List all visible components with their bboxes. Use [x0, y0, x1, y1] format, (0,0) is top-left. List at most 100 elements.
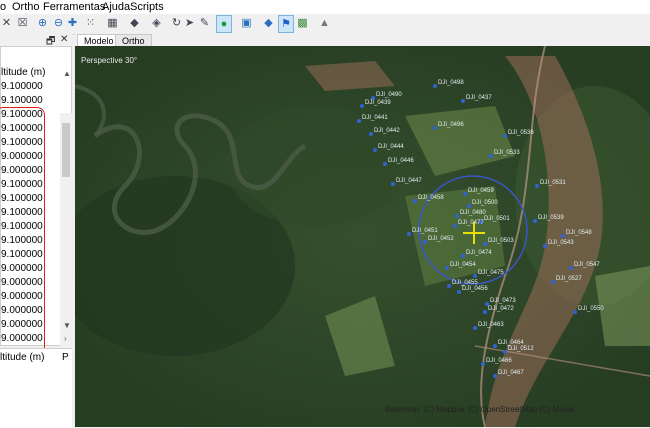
layers-icon[interactable]: ◆ [262, 17, 275, 30]
menu-item-scripts[interactable]: Scripts [130, 1, 164, 13]
menu-item-ajuda[interactable]: Ajuda [102, 1, 130, 13]
menu-item-ortho[interactable]: Ortho [12, 1, 40, 13]
scroll-right-icon[interactable]: › [64, 334, 67, 343]
menu-item-view[interactable]: o [0, 1, 6, 13]
camera-label: DJI_0456 [462, 286, 488, 292]
camera-point[interactable] [573, 310, 577, 314]
pan-icon[interactable]: ✚ [66, 17, 79, 30]
camera-label: DJI_0512 [508, 346, 534, 352]
camera-point[interactable] [483, 310, 487, 314]
camera-point[interactable] [413, 199, 417, 203]
camera-label: DJI_0547 [574, 262, 600, 268]
lower-table-panel: ltitude (m) P [0, 348, 72, 428]
camera-point[interactable] [493, 344, 497, 348]
camera-label: DJI_0527 [556, 276, 582, 282]
scroll-down-icon[interactable]: ▼ [63, 321, 71, 330]
table-row[interactable]: 9.100000 [1, 95, 43, 106]
camera-point[interactable] [543, 244, 547, 248]
camera-label: DJI_0543 [548, 240, 574, 246]
terrain-icon[interactable]: ▲ [318, 17, 331, 30]
image-icon[interactable]: ▣ [240, 17, 253, 30]
camera-point[interactable] [503, 134, 507, 138]
camera-label: DJI_0463 [478, 322, 504, 328]
cursor-icon[interactable]: ➤ [183, 17, 196, 30]
scroll-up-icon[interactable]: ▲ [63, 69, 71, 78]
camera-label: DJI_0459 [468, 188, 494, 194]
camera-point[interactable] [489, 154, 493, 158]
camera-point[interactable] [493, 374, 497, 378]
camera-point[interactable] [533, 219, 537, 223]
camera-label: DJI_0498 [438, 80, 464, 86]
lower-side-label: P [62, 352, 69, 363]
satellite-map[interactable]: DJI_0490 DJI_0498 DJI_0439 DJI_0437 DJI_0441… [75, 46, 650, 427]
camera-point[interactable] [373, 148, 377, 152]
camera-point[interactable] [561, 234, 565, 238]
camera-point[interactable] [461, 99, 465, 103]
table-row[interactable]: 9.100000 [1, 81, 43, 92]
menu-item-ferramentas[interactable]: Ferramentas [43, 1, 105, 13]
camera-label: DJI_0454 [450, 262, 476, 268]
globe-icon[interactable]: ● [216, 15, 232, 33]
camera-point[interactable] [535, 184, 539, 188]
view-tab-bar: Modelo Ortho [75, 34, 650, 47]
camera-point[interactable] [391, 182, 395, 186]
perspective-label: Perspective 30° [81, 56, 138, 65]
camera-point[interactable] [461, 254, 465, 258]
scrollbar-thumb[interactable] [62, 123, 70, 177]
camera-label: DJI_0442 [374, 128, 400, 134]
close-icon[interactable]: ✕ [0, 17, 13, 30]
camera-point[interactable] [503, 350, 507, 354]
camera-point[interactable] [569, 266, 573, 270]
camera-label: DJI_0467 [498, 370, 524, 376]
highlight-annotation [0, 107, 45, 379]
camera-point[interactable] [457, 290, 461, 294]
camera-point[interactable] [383, 162, 387, 166]
camera-point[interactable] [445, 266, 449, 270]
camera-label: DJI_0496 [438, 122, 464, 128]
camera-label: DJI_0475 [478, 270, 504, 276]
grid-icon[interactable]: ▦ [106, 17, 119, 30]
camera-label: DJI_0500 [472, 200, 498, 206]
column-header-altitude[interactable]: ltitude (m) [1, 67, 45, 78]
close-dock-icon[interactable]: ✕ [60, 34, 68, 45]
camera-point[interactable] [360, 104, 364, 108]
camera-point[interactable] [473, 274, 477, 278]
camera-point[interactable] [433, 126, 437, 130]
zoom-in-icon[interactable]: ⊕ [36, 17, 49, 30]
points-icon[interactable]: ⁙ [84, 17, 97, 30]
camera-point[interactable] [433, 84, 437, 88]
camera-label: DJI_0446 [388, 158, 414, 164]
camera-label: DJI_0444 [378, 144, 404, 150]
camera-point[interactable] [455, 214, 459, 218]
camera-point[interactable] [369, 132, 373, 136]
camera-label: DJI_0437 [466, 95, 492, 101]
camera-point[interactable] [453, 224, 457, 228]
camera-label: DJI_0472 [488, 306, 514, 312]
camera-point[interactable] [423, 240, 427, 244]
camera-point[interactable] [473, 326, 477, 330]
camera-point[interactable] [483, 242, 487, 246]
camera-point[interactable] [467, 204, 471, 208]
camera-label: DJI_0439 [365, 100, 391, 106]
zoom-out-icon[interactable]: ⊖ [52, 17, 65, 30]
arrow-icon[interactable]: ◆ [128, 17, 141, 30]
move-icon[interactable]: ◈ [150, 17, 163, 30]
camera-point[interactable] [551, 280, 555, 284]
lower-column-header[interactable]: ltitude (m) [0, 352, 44, 363]
flag-icon[interactable]: ⚑ [278, 15, 294, 33]
camera-label: DJI_0539 [538, 215, 564, 221]
map-viewport[interactable]: DJI_0490 DJI_0498 DJI_0439 DJI_0437 DJI_0441… [75, 46, 650, 427]
camera-point[interactable] [447, 284, 451, 288]
camera-point[interactable] [463, 192, 467, 196]
select-icon[interactable]: ☒ [16, 17, 29, 30]
edit-icon[interactable]: ✎ [198, 17, 211, 30]
camera-point[interactable] [481, 362, 485, 366]
camera-point[interactable] [357, 119, 361, 123]
photo-icon[interactable]: ▩ [296, 17, 309, 30]
camera-label: DJI_0490 [376, 92, 402, 98]
camera-label: DJI_0550 [578, 306, 604, 312]
rotate-icon[interactable]: ↻ [170, 17, 183, 30]
camera-label: DJI_0447 [396, 178, 422, 184]
camera-point[interactable] [407, 232, 411, 236]
camera-label: DJI_0533 [494, 150, 520, 156]
